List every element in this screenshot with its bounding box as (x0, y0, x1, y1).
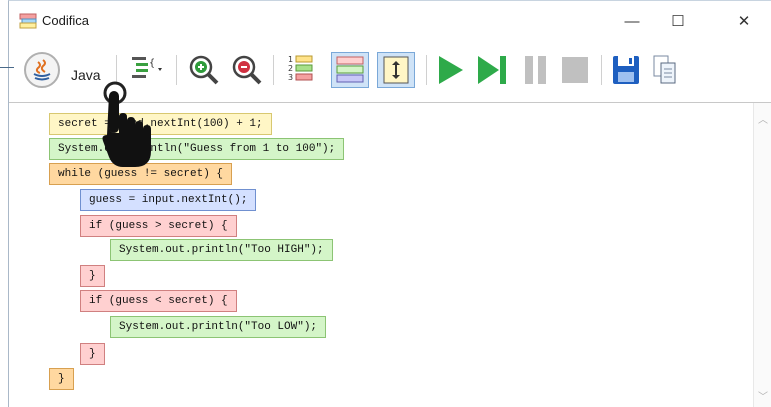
fit-view-icon[interactable] (377, 52, 415, 88)
vertical-scrollbar[interactable]: ︿ ﹀ (753, 103, 771, 407)
toolbar-separator (426, 55, 427, 85)
svg-text:{: { (149, 58, 155, 69)
close-button[interactable]: ✕ (721, 8, 767, 36)
java-language-icon[interactable] (24, 52, 60, 88)
code-block[interactable]: System.out.println("Too HIGH"); (110, 239, 333, 261)
svg-text:2: 2 (288, 64, 293, 73)
blocks-view-icon[interactable] (331, 52, 369, 88)
svg-text:1: 1 (288, 55, 293, 64)
codifica-window: Codifica — ☐ ✕ Java {1 2 3 secret = ran… (8, 0, 771, 407)
callout-line (0, 67, 14, 68)
code-block[interactable]: if (guess < secret) { (80, 290, 237, 312)
code-block[interactable]: System.out.println("Too LOW"); (110, 316, 327, 338)
scroll-down-icon[interactable]: ﹀ (758, 388, 768, 403)
toolbar-separator (273, 55, 274, 85)
svg-text:3: 3 (288, 73, 293, 82)
zoom-in-icon[interactable] (187, 52, 221, 88)
pause-icon[interactable] (521, 52, 551, 88)
pointing-hand-icon (102, 81, 151, 167)
zoom-out-icon[interactable] (230, 52, 264, 88)
line-numbers-icon[interactable]: 1 2 3 (287, 52, 317, 88)
minimize-button[interactable]: — (609, 8, 655, 36)
language-label[interactable]: Java (71, 67, 101, 83)
copy-icon[interactable] (650, 52, 680, 88)
code-block[interactable]: } (80, 343, 105, 365)
code-block[interactable]: guess = input.nextInt(); (80, 189, 257, 211)
code-block[interactable]: if (guess > secret) { (80, 215, 237, 237)
code-block[interactable]: System.out.println("Guess from 1 to 100"… (49, 138, 345, 160)
scroll-up-icon[interactable]: ︿ (758, 111, 768, 126)
toolbar-separator (601, 55, 602, 85)
step-icon[interactable] (475, 52, 509, 88)
run-icon[interactable] (435, 52, 467, 88)
code-block[interactable]: } (80, 265, 105, 287)
code-block[interactable]: } (49, 368, 74, 390)
window-title: Codifica (42, 13, 89, 28)
save-icon[interactable] (610, 52, 642, 88)
toolbar-separator (176, 55, 177, 85)
stop-icon[interactable] (559, 52, 591, 88)
app-icon (19, 13, 37, 29)
title-bar: Codifica — ☐ ✕ (9, 1, 771, 39)
maximize-button[interactable]: ☐ (655, 8, 701, 36)
